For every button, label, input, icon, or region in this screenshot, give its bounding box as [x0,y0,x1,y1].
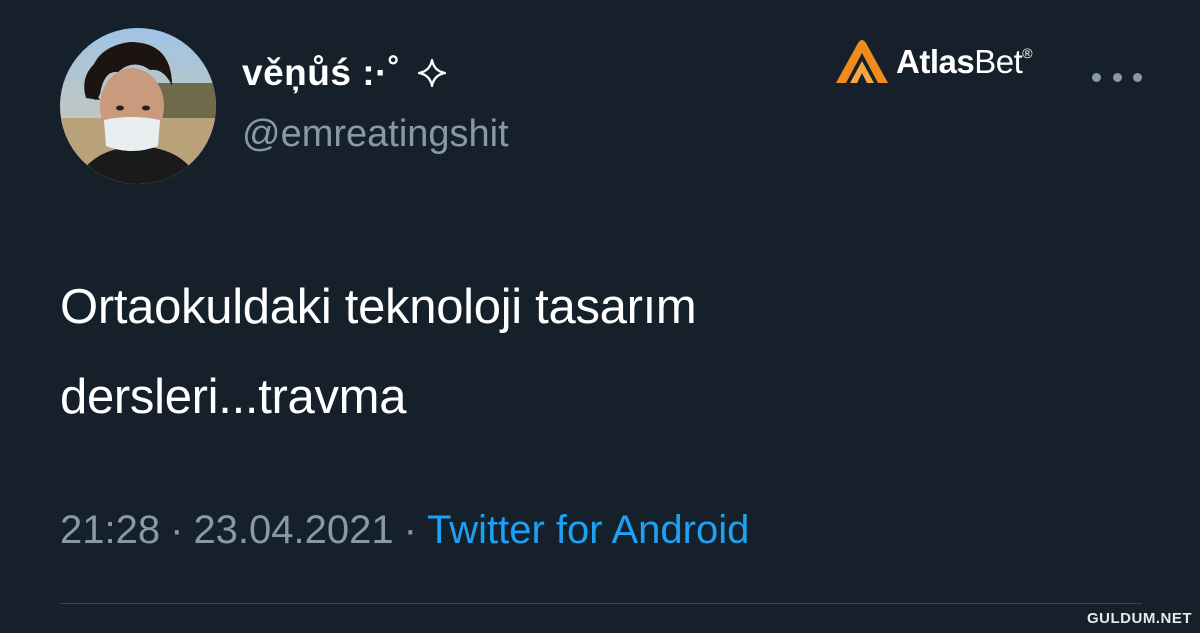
tweet-source-link[interactable]: Twitter for Android [427,508,749,552]
user-handle[interactable]: @emreatingshit [242,113,509,156]
meta-separator: · [170,508,184,552]
avatar-image [60,28,216,184]
atlasbet-logo: AtlasBet® [832,36,1033,88]
tweet-card: věņůś :·˚ @emreatingshit AtlasBet® Ortao… [0,0,1200,633]
meta-separator: · [403,508,417,552]
divider [60,603,1142,604]
display-name-text: věņůś :·˚ [242,52,401,93]
tweet-time[interactable]: 21:28 [60,508,160,552]
tweet-text-line-1: Ortaokuldaki teknoloji tasarım [60,280,697,334]
tweet-text: Ortaokuldaki teknoloji tasarım dersleri.… [60,262,1100,442]
avatar[interactable] [60,28,216,184]
more-dot [1112,72,1122,82]
more-options-button[interactable] [1092,62,1142,92]
more-dot [1133,72,1142,82]
atlasbet-logo-mark [836,40,888,83]
watermark: GULDUM.NET [1087,610,1192,627]
atlasbet-logo-text: AtlasBet® [896,43,1033,80]
more-horizontal-icon [1092,72,1101,82]
sparkle-icon [417,52,447,94]
display-name[interactable]: věņůś :·˚ [242,52,447,94]
tweet-date[interactable]: 23.04.2021 [193,508,393,552]
tweet-meta: 21:28 · 23.04.2021 · Twitter for Android [60,508,749,553]
tweet-text-line-2: dersleri...travma [60,370,407,424]
